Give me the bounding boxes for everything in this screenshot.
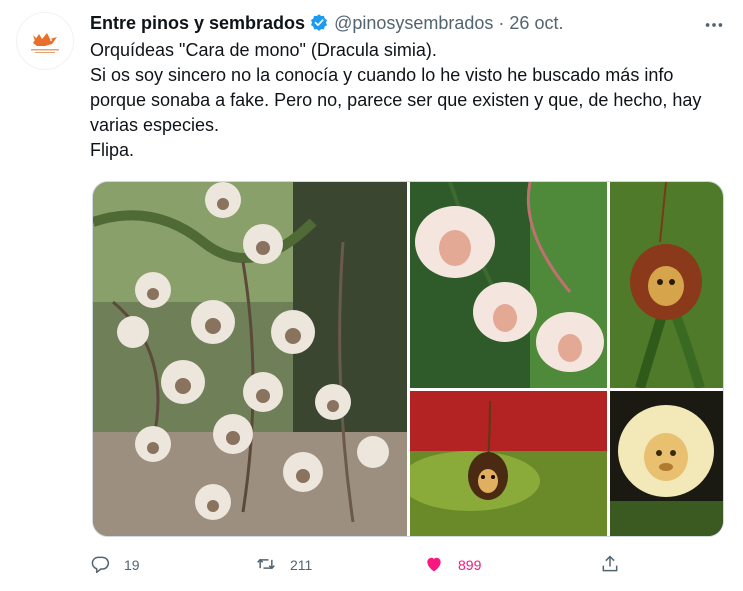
tweet-media[interactable] bbox=[92, 181, 724, 537]
tweet[interactable]: Entre pinos y sembrados @pinosysembrados… bbox=[0, 0, 743, 591]
author-handle[interactable]: @pinosysembrados bbox=[334, 13, 493, 34]
orchid-photo-left[interactable] bbox=[93, 182, 407, 536]
reply-button[interactable]: 19 bbox=[90, 552, 140, 578]
tweet-text-line: Flipa. bbox=[90, 140, 135, 160]
orchid-photo-pink[interactable] bbox=[410, 182, 607, 388]
tweet-text-line: Si os soy sincero no la conocía y cuando… bbox=[90, 65, 702, 135]
heart-icon bbox=[424, 554, 444, 577]
fox-logo-icon bbox=[31, 33, 59, 53]
like-button[interactable]: 899 bbox=[424, 552, 481, 578]
reply-icon bbox=[90, 554, 110, 577]
retweet-icon bbox=[256, 554, 276, 577]
tweet-text: Orquídeas "Cara de mono" (Dracula simia)… bbox=[90, 38, 720, 163]
tweet-actions: 19 211 899 bbox=[90, 552, 630, 578]
retweet-count: 211 bbox=[290, 557, 313, 573]
orchid-photo-moss[interactable] bbox=[410, 391, 607, 536]
retweet-button[interactable]: 211 bbox=[256, 552, 312, 578]
verified-badge-icon bbox=[309, 13, 329, 33]
tweet-header: Entre pinos y sembrados @pinosysembrados… bbox=[90, 11, 563, 35]
tweet-text-line: Orquídeas "Cara de mono" (Dracula simia)… bbox=[90, 40, 437, 60]
share-icon bbox=[600, 554, 620, 577]
reply-count: 19 bbox=[124, 557, 140, 573]
avatar[interactable] bbox=[16, 12, 74, 70]
more-icon[interactable] bbox=[701, 12, 727, 38]
orchid-photo-red[interactable] bbox=[610, 182, 723, 388]
tweet-date[interactable]: 26 oct. bbox=[509, 13, 563, 34]
separator-dot: · bbox=[498, 12, 505, 33]
orchid-photo-white[interactable] bbox=[610, 391, 723, 536]
author-name[interactable]: Entre pinos y sembrados bbox=[90, 13, 305, 34]
like-count: 899 bbox=[458, 557, 482, 573]
share-button[interactable] bbox=[600, 552, 620, 578]
